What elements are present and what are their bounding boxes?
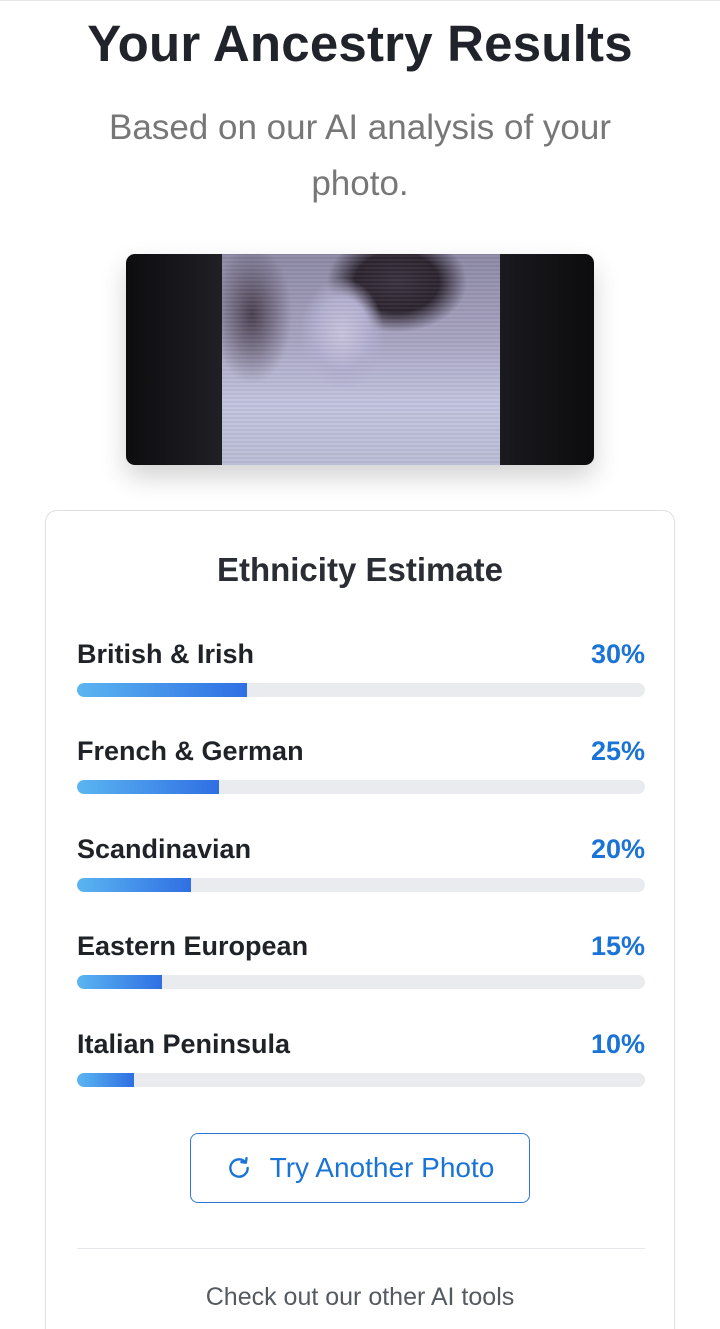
ethnicity-percent: 10% xyxy=(590,1029,645,1059)
progress-track xyxy=(77,683,645,697)
progress-track xyxy=(77,878,645,892)
ethnicity-label: Italian Peninsula xyxy=(77,1029,291,1059)
ethnicity-label: French & German xyxy=(77,736,304,766)
ethnicity-percent: 30% xyxy=(590,639,645,669)
ethnicity-label: Scandinavian xyxy=(77,834,252,864)
progress-fill xyxy=(77,1073,134,1087)
estimate-title: Ethnicity Estimate xyxy=(216,551,504,588)
ethnicity-percent: 25% xyxy=(590,736,645,766)
refresh-icon xyxy=(226,1155,252,1181)
try-another-photo-button[interactable]: Try Another Photo xyxy=(190,1133,530,1203)
progress-track xyxy=(77,1073,645,1087)
ethnicity-row-french-german: French & German 25% xyxy=(77,734,645,804)
photo-image xyxy=(222,254,500,465)
top-divider xyxy=(0,0,720,1)
ethnicity-row-eastern-european: Eastern European 15% xyxy=(77,929,645,999)
ethnicity-label: British & Irish xyxy=(77,639,255,669)
progress-fill xyxy=(77,878,191,892)
ethnicity-percent: 15% xyxy=(590,931,645,961)
page-subtitle: Based on our AI analysis of your photo. xyxy=(109,108,611,203)
ethnicity-row-british-irish: British & Irish 30% xyxy=(77,637,645,707)
ethnicity-row-italian-peninsula: Italian Peninsula 10% xyxy=(77,1027,645,1097)
ethnicity-row-scandinavian: Scandinavian 20% xyxy=(77,832,645,902)
progress-track xyxy=(77,975,645,989)
card-divider xyxy=(77,1248,645,1249)
progress-fill xyxy=(77,780,219,794)
results-page: Your Ancestry Results Based on our AI an… xyxy=(0,0,720,1329)
ethnicity-label: Eastern European xyxy=(77,931,309,961)
try-another-photo-label: Try Another Photo xyxy=(269,1152,495,1183)
progress-fill xyxy=(77,975,163,989)
other-ai-tools-link[interactable]: Check out our other AI tools xyxy=(46,1283,674,1312)
progress-track xyxy=(77,780,645,794)
progress-fill xyxy=(77,683,248,697)
ethnicity-estimate-card: Ethnicity Estimate British & Irish 30% F… xyxy=(45,510,675,1329)
uploaded-photo xyxy=(126,254,594,465)
page-title: Your Ancestry Results xyxy=(87,15,633,72)
ethnicity-percent: 20% xyxy=(590,834,645,864)
